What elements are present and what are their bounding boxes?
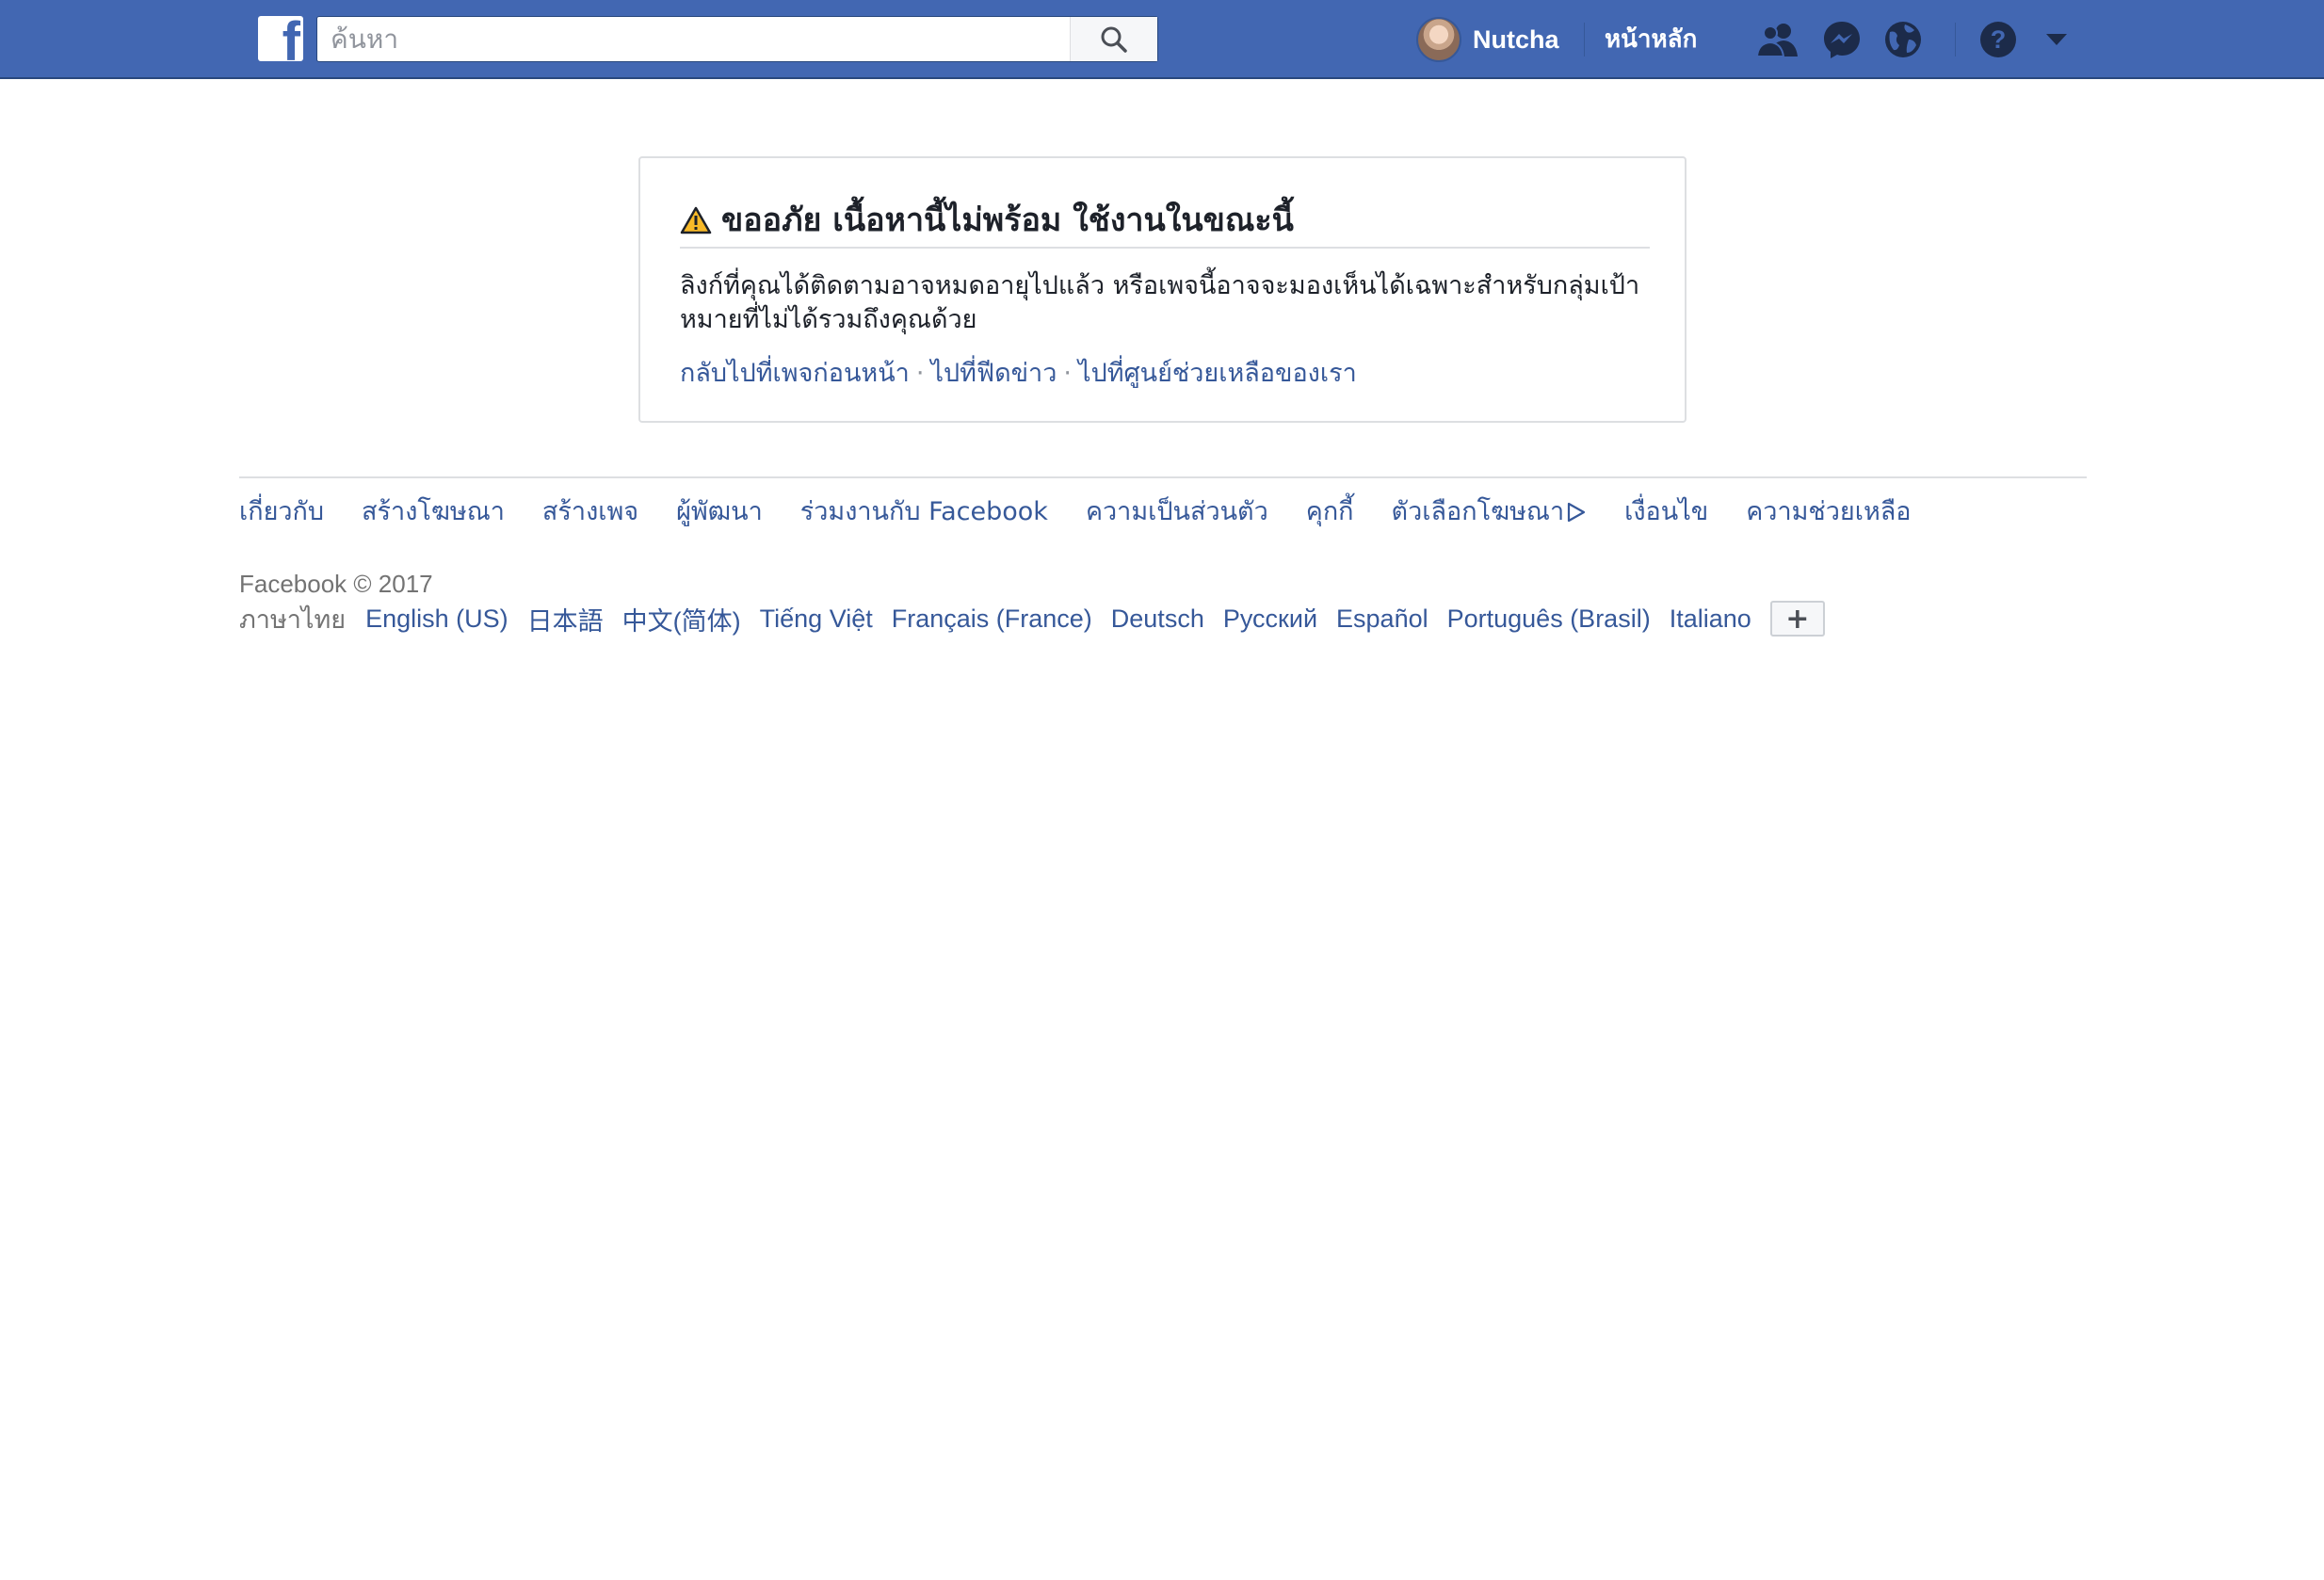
copyright-text: Facebook © 2017 bbox=[239, 570, 433, 598]
help-button[interactable]: ? bbox=[1976, 17, 2021, 62]
link-separator: · bbox=[915, 359, 925, 388]
notifications-button[interactable] bbox=[1880, 17, 1926, 62]
facebook-logo-letter: f bbox=[282, 16, 300, 61]
avatar[interactable] bbox=[1416, 17, 1461, 62]
error-description: ลิงก์ที่คุณได้ติดตามอาจหมดอายุไปแล้ว หรื… bbox=[680, 269, 1650, 337]
facebook-logo[interactable]: f bbox=[258, 16, 303, 61]
account-menu-button[interactable] bbox=[2034, 17, 2079, 62]
search-input[interactable] bbox=[319, 18, 1095, 59]
card-header: ขออภัย เนื้อหานี้ไม่พร้อม ใช้งานในขณะนี้ bbox=[680, 194, 1650, 249]
language-link[interactable]: Deutsch bbox=[1111, 605, 1204, 634]
search-icon bbox=[1101, 26, 1127, 53]
error-description-line: ลิงก์ที่คุณได้ติดตามอาจหมดอายุไปแล้ว หรื… bbox=[680, 271, 1640, 300]
language-link[interactable]: 日本語 bbox=[527, 601, 604, 637]
home-link[interactable]: หน้าหลัก bbox=[1605, 21, 1697, 58]
language-link[interactable]: Italiano bbox=[1670, 605, 1751, 634]
ad-choices-icon bbox=[1568, 502, 1586, 523]
go-back-link[interactable]: กลับไปที่เพจก่อนหน้า bbox=[680, 359, 910, 388]
footer-link-cookies[interactable]: คุกกี้ bbox=[1306, 493, 1354, 531]
language-link[interactable]: Español bbox=[1336, 605, 1428, 634]
footer-link-privacy[interactable]: ความเป็นส่วนตัว bbox=[1086, 493, 1268, 531]
account-menu-caret-icon bbox=[2046, 34, 2067, 45]
footer-link-ad-choices[interactable]: ตัวเลือกโฆษณา bbox=[1392, 493, 1588, 531]
search-button[interactable] bbox=[1070, 17, 1157, 61]
language-link[interactable]: Tiếng Việt bbox=[760, 605, 873, 634]
warning-icon bbox=[680, 206, 712, 234]
more-languages-button[interactable]: + bbox=[1769, 601, 1825, 637]
help-center-link[interactable]: ไปที่ศูนย์ช่วยเหลือของเรา bbox=[1078, 359, 1357, 388]
current-language: ภาษาไทย bbox=[239, 605, 347, 635]
footer-link-terms[interactable]: เงื่อนไข bbox=[1624, 493, 1708, 531]
profile-name-link[interactable]: Nutcha bbox=[1473, 21, 1559, 58]
search-box bbox=[316, 16, 1158, 62]
messenger-icon bbox=[1824, 22, 1860, 58]
svg-text:?: ? bbox=[1991, 25, 2007, 54]
link-separator: · bbox=[1063, 359, 1072, 388]
footer-link-careers[interactable]: ร่วมงานกับ Facebook bbox=[800, 493, 1048, 531]
language-link[interactable]: 中文(简体) bbox=[622, 601, 741, 637]
language-link[interactable]: Русский bbox=[1223, 605, 1317, 634]
language-link[interactable]: Português (Brasil) bbox=[1447, 605, 1651, 634]
nav-divider bbox=[1584, 23, 1585, 56]
language-selector: ภาษาไทย English (US) 日本語 中文(简体) Tiếng Vi… bbox=[239, 599, 1825, 638]
news-feed-link[interactable]: ไปที่ฟีดข่าว bbox=[930, 359, 1057, 388]
ad-choices-label: ตัวเลือกโฆษณา bbox=[1391, 497, 1565, 526]
friend-requests-button[interactable] bbox=[1755, 17, 1800, 62]
notifications-globe-icon bbox=[1885, 22, 1921, 57]
footer-link-developers[interactable]: ผู้พัฒนา bbox=[676, 493, 763, 531]
messenger-button[interactable] bbox=[1819, 17, 1864, 62]
language-link[interactable]: Français (France) bbox=[892, 605, 1092, 634]
footer-link-create-page[interactable]: สร้างเพจ bbox=[542, 493, 638, 531]
error-description-line: หมายที่ไม่ได้รวมถึงคุณด้วย bbox=[680, 305, 977, 334]
nav-divider bbox=[1955, 23, 1956, 56]
error-title: ขออภัย เนื้อหานี้ไม่พร้อม ใช้งานในขณะนี้ bbox=[721, 202, 1294, 239]
footer-link-help[interactable]: ความช่วยเหลือ bbox=[1746, 493, 1911, 531]
content-unavailable-card: ขออภัย เนื้อหานี้ไม่พร้อม ใช้งานในขณะนี้… bbox=[638, 156, 1687, 423]
footer-link-about[interactable]: เกี่ยวกับ bbox=[239, 493, 324, 531]
help-icon: ? bbox=[1980, 22, 2016, 57]
friend-requests-icon bbox=[1755, 24, 1798, 57]
language-link[interactable]: English (US) bbox=[365, 605, 508, 634]
footer-divider bbox=[239, 476, 2087, 478]
error-action-links: กลับไปที่เพจก่อนหน้า · ไปที่ฟีดข่าว · ไปที่ศ… bbox=[680, 356, 1650, 392]
footer-link-create-ad[interactable]: สร้างโฆษณา bbox=[362, 493, 505, 531]
top-navigation-bar: f Nutcha หน้าหลัก bbox=[0, 0, 2324, 79]
footer-links: เกี่ยวกับ สร้างโฆษณา สร้างเพจ ผู้พัฒนา ร… bbox=[239, 493, 1949, 531]
